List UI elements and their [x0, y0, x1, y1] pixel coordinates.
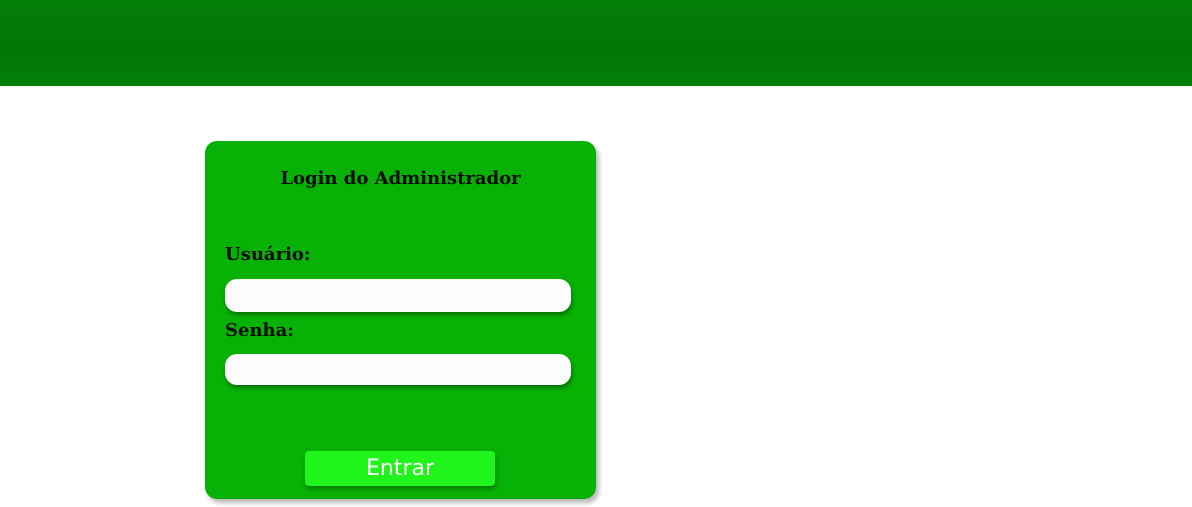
- login-card: Login do Administrador Usuário: Senha: E…: [205, 141, 596, 499]
- login-title: Login do Administrador: [280, 168, 521, 189]
- header-bar: [0, 0, 1192, 86]
- login-button[interactable]: Entrar: [305, 451, 495, 486]
- username-label: Usuário:: [225, 244, 311, 265]
- password-input[interactable]: [225, 354, 571, 385]
- username-input[interactable]: [225, 279, 571, 312]
- password-label: Senha:: [225, 320, 294, 341]
